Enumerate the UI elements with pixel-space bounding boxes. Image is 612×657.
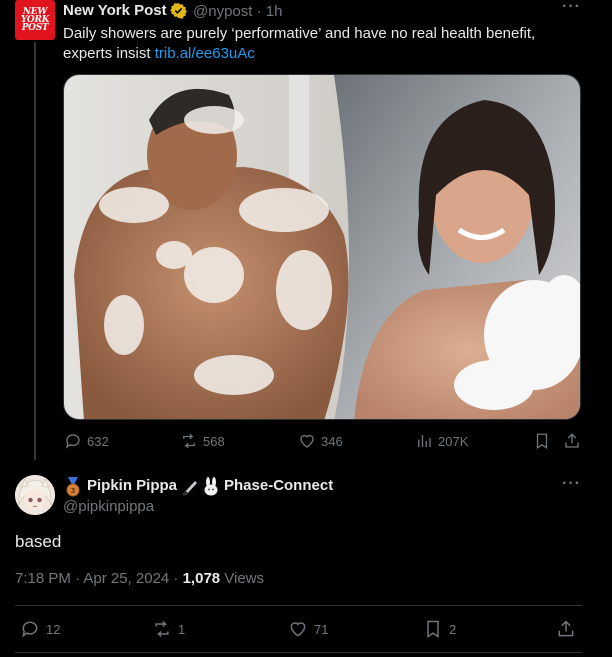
parent-reply-count: 632 — [87, 433, 109, 449]
reply-views-count: 1,078 — [182, 570, 221, 587]
reply-author-name[interactable]: Pipkin Pippa — [87, 477, 177, 494]
like-icon — [290, 622, 306, 637]
parent-handle-time[interactable]: @nypost · 1h — [193, 3, 282, 20]
parent-text-body: Daily showers are purely ‘performative’ … — [63, 25, 536, 62]
reply-avatar[interactable] — [15, 475, 55, 515]
reply-share-button[interactable] — [556, 619, 576, 639]
parent-tweet-text: Daily showers are purely ‘performative’ … — [63, 24, 583, 64]
divider — [15, 605, 582, 606]
bookmark-icon — [427, 620, 439, 638]
reply-like-count: 71 — [314, 621, 329, 637]
parent-link[interactable]: trib.al/ee63uAc — [155, 45, 255, 62]
medal-icon: 3 — [66, 477, 80, 497]
reply-reply-count: 12 — [46, 621, 61, 637]
bunny-icon — [204, 477, 218, 496]
repost-icon — [155, 620, 169, 638]
reply-views-label: Views — [220, 570, 265, 587]
svg-text:3: 3 — [71, 487, 76, 495]
reply-bookmark-button[interactable]: 2 — [423, 619, 456, 639]
repost-icon — [183, 433, 195, 449]
reply-more-icon[interactable]: ··· — [562, 475, 581, 493]
reply-repost-button[interactable]: 1 — [152, 619, 185, 639]
reply-meta: 7:18 PM · Apr 25, 2024 · 1,078 Views — [15, 570, 264, 587]
reply-author-affiliation[interactable]: Phase-Connect — [224, 477, 333, 494]
bookmark-icon — [536, 433, 548, 450]
parent-share-button[interactable] — [563, 432, 581, 450]
reply-repost-count: 1 — [178, 621, 186, 637]
verified-badge-icon — [170, 3, 187, 19]
reply-bookmark-count: 2 — [449, 621, 457, 637]
parent-bookmark-button[interactable] — [533, 432, 551, 450]
parent-author-name[interactable]: New York Post — [63, 2, 167, 19]
reply-timestamp[interactable]: 7:18 PM · Apr 25, 2024 · — [15, 570, 183, 587]
parent-like-button[interactable]: 346 — [298, 432, 343, 450]
avatar-text-line: POST — [21, 23, 49, 33]
like-icon — [300, 434, 314, 448]
avatar-image — [15, 475, 55, 515]
parent-like-count: 346 — [321, 433, 343, 449]
shower-photo — [64, 75, 580, 419]
share-icon — [558, 620, 574, 637]
reply-handle[interactable]: @pipkinpippa — [63, 498, 154, 515]
reply-icon — [22, 621, 38, 638]
reply-reply-button[interactable]: 12 — [20, 619, 60, 639]
knife-icon — [182, 481, 197, 496]
parent-reply-button[interactable]: 632 — [64, 432, 109, 450]
parent-repost-count: 568 — [203, 433, 225, 449]
share-icon — [565, 433, 579, 448]
reply-like-button[interactable]: 71 — [288, 619, 328, 639]
tweet-media-image[interactable] — [63, 74, 581, 420]
more-icon[interactable]: ··· — [562, 0, 581, 16]
views-icon — [418, 435, 431, 447]
reply-tweet-text: based — [15, 532, 62, 551]
bottom-divider — [15, 652, 582, 653]
parent-views-button[interactable]: 207K — [415, 432, 468, 450]
nypost-avatar[interactable]: NEW YORK POST — [15, 0, 55, 40]
thread-connector-line — [34, 42, 36, 460]
parent-repost-button[interactable]: 568 — [180, 432, 225, 450]
reply-icon — [65, 434, 80, 449]
parent-views-count: 207K — [438, 433, 469, 449]
